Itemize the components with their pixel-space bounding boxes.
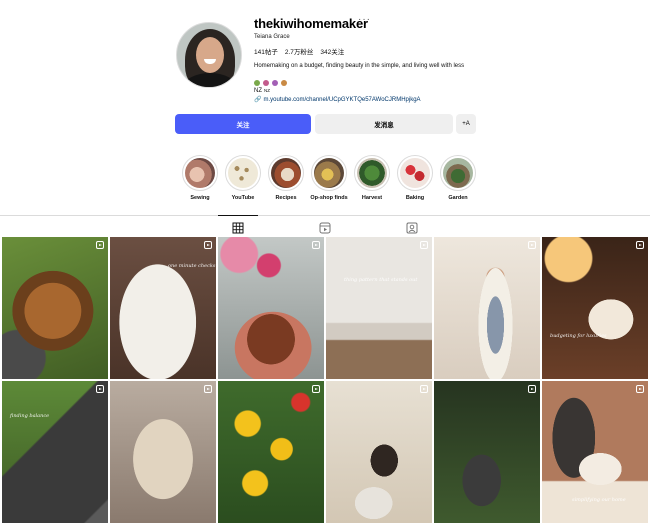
post-tile[interactable] [110, 381, 216, 523]
post-tile[interactable]: simplifying our home [542, 381, 648, 523]
post-caption-overlay: simplifying our home [572, 497, 626, 503]
highlight-cover [185, 158, 215, 188]
reel-icon [528, 241, 536, 249]
post-tile[interactable] [434, 381, 540, 523]
location-flag-text: NZ [264, 88, 270, 93]
full-name: Teiana Grace [254, 34, 290, 40]
highlight-cover [271, 158, 301, 188]
highlight-harvest[interactable]: Harvest [351, 155, 393, 201]
link-icon: 🔗 [254, 97, 262, 103]
username: thekiwihomemaker [254, 16, 368, 31]
post-caption-overlay: finding balance [10, 413, 50, 419]
reel-icon [528, 385, 536, 393]
add-person-icon: +A [462, 121, 470, 127]
highlight-label: Sewing [190, 195, 210, 201]
follow-button[interactable]: 关注 [175, 114, 311, 134]
profile-stats: 141帖子 2.7万粉丝 342关注 [254, 46, 344, 56]
reel-icon [96, 385, 104, 393]
reel-icon [204, 385, 212, 393]
location-text: NZ [254, 88, 262, 94]
active-tab-indicator [218, 215, 258, 216]
message-button[interactable]: 发消息 [315, 114, 453, 134]
reel-icon [420, 385, 428, 393]
post-tile[interactable] [218, 237, 324, 379]
bio-emoji-row [254, 80, 287, 86]
reel-icon [204, 241, 212, 249]
tabs-divider [0, 215, 650, 216]
tab-posts[interactable] [232, 221, 244, 234]
highlight-cover [400, 158, 430, 188]
post-tile[interactable]: one minute checks [110, 237, 216, 379]
jar-emoji-icon [263, 80, 269, 86]
tagged-icon [406, 222, 418, 234]
highlight-cover [443, 158, 473, 188]
post-caption-overlay: thing pattern that stands out [344, 277, 418, 283]
post-tile[interactable] [218, 381, 324, 523]
post-tile[interactable]: thing pattern that stands out [326, 237, 432, 379]
highlight-label: YouTube [231, 195, 255, 201]
post-tile[interactable] [2, 237, 108, 379]
more-options-icon[interactable]: ··· [358, 14, 371, 25]
highlight-cover [357, 158, 387, 188]
avatar[interactable] [176, 22, 242, 88]
herb-emoji-icon [254, 80, 260, 86]
highlight-label: Harvest [361, 195, 383, 201]
profile-link[interactable]: 🔗 m.youtube.com/channel/UCpGYKTQe57AWoCJ… [254, 96, 421, 104]
flower-emoji-icon [272, 80, 278, 86]
reels-icon [319, 222, 331, 234]
highlight-sewing[interactable]: Sewing [179, 155, 221, 201]
reel-icon [312, 241, 320, 249]
bio-location: NZ NZ [254, 88, 270, 94]
highlight-op-shop-finds[interactable]: Op-shop finds [308, 155, 350, 201]
post-caption-overlay: one minute checks [168, 263, 216, 269]
basket-emoji-icon [281, 80, 287, 86]
suggested-accounts-button[interactable]: +A [456, 114, 476, 134]
reel-icon [636, 385, 644, 393]
reel-icon [420, 241, 428, 249]
highlight-label: Op-shop finds [310, 195, 348, 201]
following-count[interactable]: 342关注 [320, 46, 344, 56]
post-tile[interactable] [326, 381, 432, 523]
reel-icon [312, 385, 320, 393]
post-tile[interactable]: budgeting for luxuries [542, 237, 648, 379]
followers-count[interactable]: 2.7万粉丝 [285, 46, 314, 56]
profile-link-text[interactable]: m.youtube.com/channel/UCpGYKTQe57AWoCJRM… [263, 97, 420, 103]
posts-count: 141帖子 [254, 49, 278, 56]
post-caption-overlay: budgeting for luxuries [550, 333, 607, 339]
highlight-baking[interactable]: Baking [394, 155, 436, 201]
reel-icon [636, 241, 644, 249]
post-tile[interactable]: finding balance [2, 381, 108, 523]
highlight-recipes[interactable]: Recipes [265, 155, 307, 201]
highlight-youtube[interactable]: YouTube [222, 155, 264, 201]
highlight-garden[interactable]: Garden [437, 155, 479, 201]
highlight-label: Recipes [275, 195, 297, 201]
posts-grid-icon [232, 222, 244, 234]
bio-text: Homemaking on a budget, finding beauty i… [254, 63, 465, 69]
posts-grid: one minute checks thing pattern that sta… [2, 237, 648, 525]
tab-reels[interactable] [319, 221, 331, 234]
post-tile[interactable] [434, 237, 540, 379]
highlight-label: Garden [448, 195, 468, 201]
highlight-cover [228, 158, 258, 188]
reel-icon [96, 241, 104, 249]
highlight-cover [314, 158, 344, 188]
highlight-label: Baking [405, 195, 425, 201]
tab-tagged[interactable] [406, 221, 418, 234]
